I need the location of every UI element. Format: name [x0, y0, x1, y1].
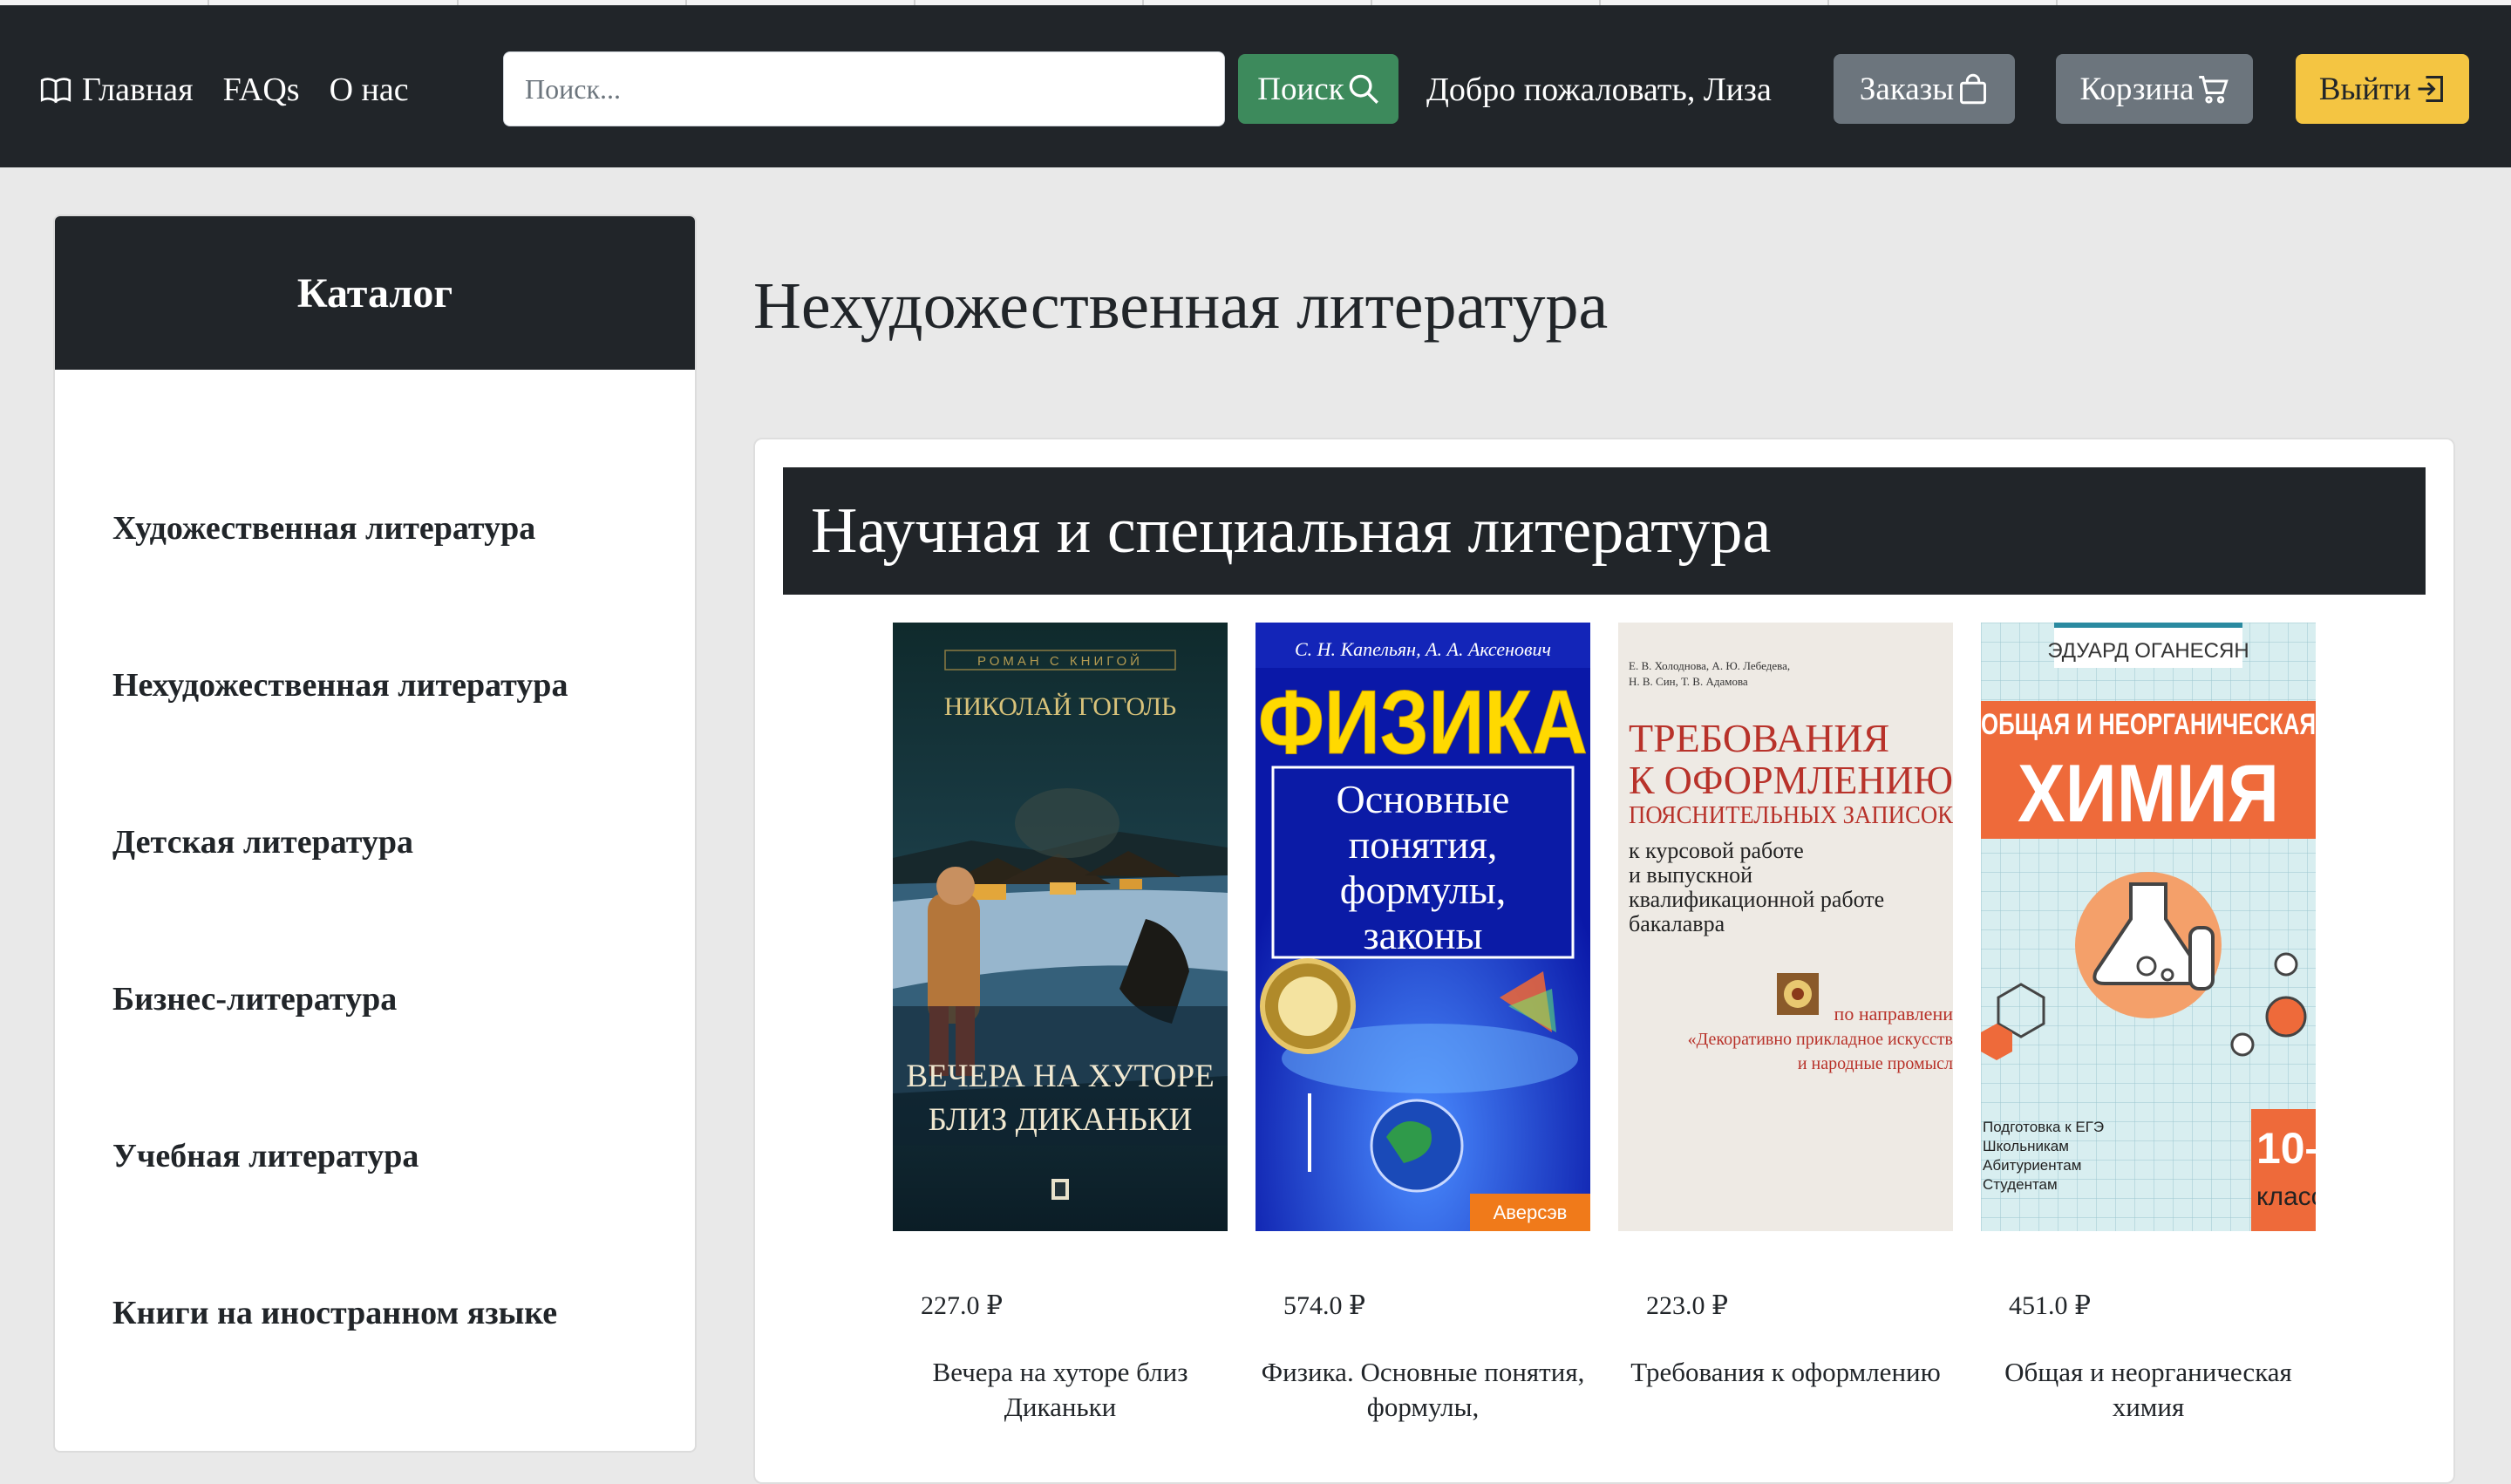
sidebar-item-fiction[interactable]: Художественная литература — [112, 509, 535, 548]
cover-body-text: Подготовка к ЕГЭ — [1983, 1119, 2104, 1135]
cover-title-line: ОБЩАЯ И НЕОРГАНИЧЕСКАЯ — [1981, 708, 2316, 741]
book-name[interactable]: Физика. Основные понятия, формулы, — [1256, 1355, 1590, 1425]
cover-title-line: ФИЗИКА — [1258, 672, 1588, 773]
nav-about-label: О нас — [329, 71, 409, 108]
page-title: Нехудожественная литература — [753, 269, 1609, 343]
logout-icon — [2418, 76, 2444, 102]
cover-series-text: РОМАН С КНИГОЙ — [977, 653, 1143, 669]
cover-body-text: и выпускной — [1629, 862, 1752, 888]
sidebar-item-educational[interactable]: Учебная литература — [112, 1137, 418, 1175]
cover-title-line: ХИМИЯ — [2018, 747, 2279, 839]
orders-button-label: Заказы — [1859, 71, 1955, 107]
book-icon — [40, 78, 71, 104]
logout-button[interactable]: Выйти — [2296, 54, 2469, 124]
navbar: Главная FAQs О нас Поиск Добро пожаловат… — [0, 5, 2511, 167]
section-title: Научная и специальная литература — [783, 467, 2426, 595]
book-name[interactable]: Общая и неорганическая химия — [1981, 1355, 2316, 1425]
cover-subtitle-line: понятия, — [1349, 822, 1498, 867]
cover-title-line: БЛИЗ ДИКАНЬКИ — [929, 1102, 1193, 1138]
cart-icon — [2199, 76, 2229, 104]
sidebar-item-foreign[interactable]: Книги на иностранном языке — [112, 1294, 557, 1332]
book-cover-image[interactable]: РОМАН С КНИГОЙ НИКОЛАЙ ГОГОЛЬ ВЕЧЕРА НА … — [893, 623, 1228, 1231]
sidebar-item-nonfiction[interactable]: Нехудожественная литература — [112, 666, 568, 705]
sidebar-item-children[interactable]: Детская литература — [112, 823, 413, 861]
cover-title-line: ВЕЧЕРА НА ХУТОРЕ — [906, 1059, 1214, 1094]
cover-title-line: К ОФОРМЛЕНИЮ — [1629, 758, 1953, 802]
cover-body-text: квалификационной работе — [1629, 887, 1884, 912]
logout-button-label: Выйти — [2318, 71, 2412, 107]
nav-faqs-label: FAQs — [222, 71, 300, 108]
cover-subtitle-line: формулы, — [1340, 868, 1507, 912]
search-button-label: Поиск — [1257, 71, 1344, 107]
search-button[interactable]: Поиск — [1238, 54, 1398, 124]
cover-subtitle-line: Основные — [1337, 777, 1510, 821]
cover-publisher-text: Аверсэв — [1494, 1201, 1568, 1223]
sidebar-item-business[interactable]: Бизнес-литература — [112, 980, 397, 1018]
cart-button-label: Корзина — [2079, 71, 2195, 107]
cover-body-text: и народные промысл — [1798, 1054, 1953, 1073]
cover-body-text: бакалавра — [1629, 911, 1725, 936]
book-name[interactable]: Вечера на хуторе близ Диканьки — [893, 1355, 1228, 1425]
cover-author-text: НИКОЛАЙ ГОГОЛЬ — [944, 692, 1177, 721]
cover-body-text: к курсовой работе — [1629, 838, 1804, 863]
nav-home-link[interactable]: Главная — [40, 71, 194, 109]
nav-home-label: Главная — [82, 71, 194, 108]
cover-body-text: Абитуриентам — [1983, 1157, 2081, 1174]
book-cover-image[interactable]: С. Н. Капельян, А. А. Аксенович ФИЗИКА О… — [1256, 623, 1590, 1231]
cover-title-line: ПОЯСНИТЕЛЬНЫХ ЗАПИСОК — [1629, 802, 1953, 829]
shopping-bag-icon — [1960, 73, 1987, 105]
catalog-sidebar: Каталог Художественная литература Нехудо… — [53, 214, 697, 1453]
cover-author-text: Е. В. Холоднова, А. Ю. Лебедева, — [1629, 659, 1790, 672]
nav-faqs-link[interactable]: FAQs — [223, 71, 300, 109]
cover-grade-text: 10–1 — [2256, 1124, 2316, 1173]
book-price: 223.0 ₽ — [1646, 1291, 1729, 1320]
cover-body-text: «Декоративно прикладное искусств — [1688, 1030, 1953, 1049]
cover-body-text: Школьникам — [1983, 1138, 2069, 1154]
cover-grade-text: класс — [2256, 1182, 2316, 1211]
search-input[interactable] — [503, 51, 1225, 126]
book-price: 227.0 ₽ — [921, 1291, 1004, 1320]
cover-title-line: ТРЕБОВАНИЯ — [1629, 716, 1889, 760]
search-icon — [1349, 74, 1378, 104]
nav-about-link[interactable]: О нас — [330, 71, 409, 109]
book-name[interactable]: Требования к оформлению — [1618, 1355, 1953, 1390]
book-price: 574.0 ₽ — [1283, 1291, 1366, 1320]
cart-button[interactable]: Корзина — [2056, 54, 2253, 124]
cover-author-text: ЭДУАРД ОГАНЕСЯН — [2047, 639, 2249, 663]
cover-body-text: Студентам — [1983, 1176, 2058, 1193]
welcome-text: Добро пожаловать, Лиза — [1426, 71, 1772, 108]
book-cover-image[interactable]: ЭДУАРД ОГАНЕСЯН ОБЩАЯ И НЕОРГАНИЧЕСКАЯ Х… — [1981, 623, 2316, 1231]
cover-author-text: Н. В. Син, Т. В. Адамова — [1629, 675, 1748, 688]
book-price: 451.0 ₽ — [2009, 1291, 2092, 1320]
orders-button[interactable]: Заказы — [1834, 54, 2015, 124]
book-cover-image[interactable]: Е. В. Холоднова, А. Ю. Лебедева, Н. В. С… — [1618, 623, 1953, 1231]
cover-subtitle-line: законы — [1363, 913, 1482, 957]
cover-body-text: по направлени — [1834, 1003, 1953, 1025]
cover-author-text: С. Н. Капельян, А. А. Аксенович — [1295, 638, 1551, 660]
catalog-title: Каталог — [55, 216, 695, 370]
